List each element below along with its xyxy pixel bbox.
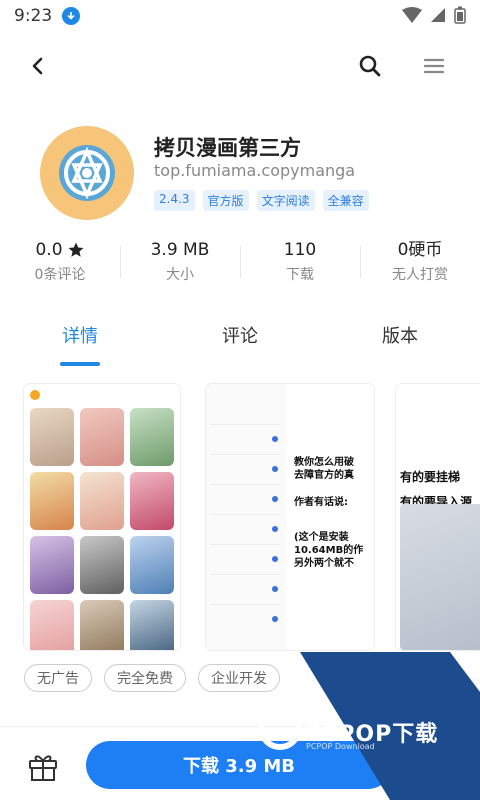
- feature-chips: 无广告 完全免费 企业开发: [24, 664, 280, 692]
- tab-versions[interactable]: 版本: [360, 322, 440, 348]
- star-icon: [68, 242, 84, 257]
- watermark-logo-icon: [258, 706, 302, 750]
- shot2-line: (这个是安装: [294, 532, 349, 543]
- chip-free: 完全免费: [104, 664, 186, 692]
- downloads-value: 110: [283, 240, 317, 260]
- comic-cover: [80, 536, 124, 594]
- comic-cover: [130, 472, 174, 530]
- watermark-subtext: PCPOP Download: [306, 742, 375, 751]
- app-dot-icon: [30, 390, 40, 400]
- comic-cover: [30, 536, 74, 594]
- stat-downloads: 110 下载: [240, 238, 360, 288]
- comic-cover: [130, 600, 174, 650]
- comic-cover: [30, 408, 74, 466]
- app-title: 拷贝漫画第三方: [154, 136, 301, 160]
- comic-cover: [80, 600, 124, 650]
- screenshot-1[interactable]: [24, 384, 180, 650]
- shot2-line: 10.64MB的作: [294, 545, 364, 556]
- rating-label: 0条评论: [34, 267, 86, 283]
- stats-row: 0.0 0条评论 3.9 MB 大小 110 下载 0硬币 无人打赏: [0, 238, 480, 288]
- back-icon[interactable]: [24, 52, 52, 80]
- status-bar: 9:23: [0, 0, 480, 32]
- screenshot-3[interactable]: 有的要挂梯 有的要导入源: [396, 384, 480, 650]
- screenshots-carousel[interactable]: 教你怎么用破 去障官方的真 作者有话说: (这个是安装 10.64MB的作 另外…: [0, 384, 480, 650]
- shot3-line: 有的要挂梯: [400, 470, 461, 484]
- wifi-icon: [402, 7, 422, 23]
- tag-version: 2.4.3: [154, 190, 195, 211]
- signal-icon: [431, 8, 445, 22]
- top-bar: [0, 44, 480, 88]
- chip-no-ads: 无广告: [24, 664, 92, 692]
- shot2-line: 作者有话说:: [294, 497, 348, 508]
- app-tags: 2.4.3 官方版 文字阅读 全兼容: [154, 190, 369, 211]
- shot2-line: 另外两个就不: [294, 558, 354, 569]
- tab-comments[interactable]: 评论: [200, 322, 280, 348]
- tag-official: 官方版: [202, 190, 249, 211]
- shot2-line: 教你怎么用破: [294, 457, 354, 468]
- status-time: 9:23: [14, 6, 53, 26]
- comic-cover-grid: [24, 406, 180, 650]
- comic-cover: [130, 408, 174, 466]
- tab-bar: 详情 评论 版本: [0, 318, 480, 368]
- size-value: 3.9 MB: [150, 240, 210, 260]
- chip-enterprise: 企业开发: [198, 664, 280, 692]
- tag-text-reading: 文字阅读: [256, 190, 315, 211]
- app-icon: [40, 126, 134, 220]
- stat-rating[interactable]: 0.0 0条评论: [0, 238, 120, 288]
- comic-cover: [130, 536, 174, 594]
- tag-compatible: 全兼容: [322, 190, 369, 211]
- shot3-image: [400, 504, 480, 650]
- coins-label: 无人打赏: [392, 267, 448, 283]
- stat-coins[interactable]: 0硬币 无人打赏: [360, 238, 480, 288]
- size-label: 大小: [166, 267, 194, 283]
- battery-icon: [454, 6, 466, 24]
- tab-details[interactable]: 详情: [40, 322, 120, 348]
- downloads-label: 下载: [286, 267, 314, 283]
- comic-cover: [80, 472, 124, 530]
- menu-icon[interactable]: [420, 52, 448, 80]
- stat-size: 3.9 MB 大小: [120, 238, 240, 288]
- tab-indicator: [60, 362, 100, 366]
- shot2-line: 去障官方的真: [294, 470, 354, 481]
- app-package-name: top.fumiama.copymanga: [154, 161, 356, 180]
- comic-cover: [30, 600, 74, 650]
- comic-cover: [80, 408, 124, 466]
- download-notification-icon: [62, 7, 81, 25]
- coins-value: 0硬币: [397, 240, 443, 260]
- search-icon[interactable]: [356, 52, 384, 80]
- rating-value: 0.0: [35, 240, 63, 260]
- gift-icon[interactable]: [26, 749, 60, 783]
- comic-cover: [30, 472, 74, 530]
- screenshot-2[interactable]: 教你怎么用破 去障官方的真 作者有话说: (这个是安装 10.64MB的作 另外…: [206, 384, 374, 650]
